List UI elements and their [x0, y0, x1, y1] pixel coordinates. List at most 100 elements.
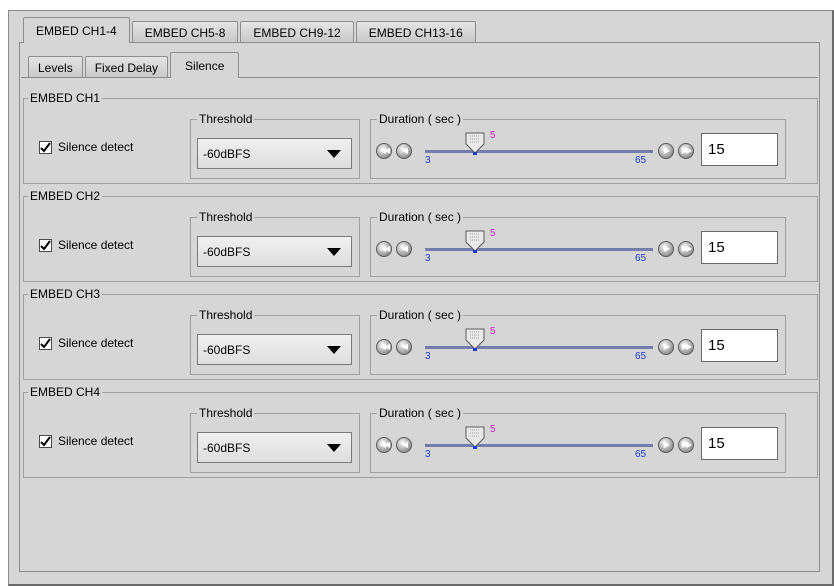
right-icon[interactable]: ▶ — [658, 437, 674, 453]
double-right-icon[interactable]: ▶▶ — [678, 143, 694, 159]
check-mark-icon — [40, 435, 51, 447]
threshold-value: -60dBFS — [203, 146, 251, 161]
check-mark-icon — [40, 337, 51, 349]
left-icon[interactable]: ◀ — [396, 339, 412, 355]
double-right-icon[interactable]: ▶▶ — [678, 339, 694, 355]
tab-embed-ch5-8[interactable]: EMBED CH5-8 — [131, 21, 239, 43]
slider-min-label: 3 — [425, 351, 431, 362]
slider-min-label: 3 — [425, 449, 431, 460]
duration-label: Duration ( sec ) — [377, 210, 464, 224]
double-left-icon[interactable]: ◀◀ — [376, 241, 392, 257]
silence-detect-label: Silence detect — [58, 336, 134, 350]
channel-title: EMBED CH2 — [28, 189, 103, 203]
checkbox-box[interactable] — [39, 140, 52, 154]
duration-label: Duration ( sec ) — [377, 112, 464, 126]
channel-group-4: EMBED CH4 Silence detect Threshold -60dB… — [23, 385, 818, 478]
threshold-value: -60dBFS — [203, 244, 251, 259]
slider-max-label: 65 — [635, 155, 647, 166]
slider-min-label: 3 — [425, 155, 431, 166]
slider-max-label: 65 — [635, 351, 647, 362]
chevron-down-icon — [327, 248, 341, 256]
channel-group-1: EMBED CH1 Silence detect Threshold -60dB… — [23, 91, 818, 184]
tab-levels[interactable]: Levels — [28, 56, 83, 78]
slider-thumb-icon[interactable] — [464, 327, 486, 351]
checkbox-box[interactable] — [39, 336, 52, 350]
right-icon[interactable]: ▶ — [658, 241, 674, 257]
threshold-dropdown[interactable]: -60dBFS — [197, 334, 352, 365]
threshold-label: Threshold — [197, 308, 255, 322]
tab-fixed-delay[interactable]: Fixed Delay — [84, 56, 169, 78]
left-icon[interactable]: ◀ — [396, 143, 412, 159]
duration-value-field[interactable]: 15 — [701, 231, 778, 264]
left-icon[interactable]: ◀ — [396, 437, 412, 453]
threshold-value: -60dBFS — [203, 342, 251, 357]
silence-detect-checkbox[interactable]: Silence detect — [39, 432, 133, 450]
main-panel: EMBED CH1-4 EMBED CH5-8 EMBED CH9-12 EMB… — [8, 10, 834, 586]
threshold-box: Threshold -60dBFS — [190, 112, 360, 179]
threshold-dropdown[interactable]: -60dBFS — [197, 236, 352, 267]
slider-max-label: 65 — [635, 449, 647, 460]
duration-label: Duration ( sec ) — [377, 308, 464, 322]
threshold-dropdown[interactable]: -60dBFS — [197, 138, 352, 169]
chevron-down-icon — [327, 444, 341, 452]
check-mark-icon — [40, 239, 51, 251]
slider-current-value: 5 — [490, 326, 496, 337]
slider-current-value: 5 — [490, 130, 496, 141]
threshold-box: Threshold -60dBFS — [190, 210, 360, 277]
threshold-label: Threshold — [197, 112, 255, 126]
slider-thumb-icon[interactable] — [464, 229, 486, 253]
double-left-icon[interactable]: ◀◀ — [376, 339, 392, 355]
tab-embed-ch1-4[interactable]: EMBED CH1-4 — [23, 17, 130, 43]
slider-track[interactable] — [425, 248, 653, 251]
inner-tab-bar: Levels Fixed Delay Silence — [28, 52, 241, 78]
double-right-icon[interactable]: ▶▶ — [678, 241, 694, 257]
channel-group-2: EMBED CH2 Silence detect Threshold -60dB… — [23, 189, 818, 282]
threshold-box: Threshold -60dBFS — [190, 308, 360, 375]
duration-box: Duration ( sec ) ◀◀ ◀ 5 3 65 ▶ ▶▶ 15 — [370, 308, 786, 375]
slider-min-label: 3 — [425, 253, 431, 264]
silence-tab-content: EMBED CH1 Silence detect Threshold -60dB… — [21, 77, 818, 481]
channel-title: EMBED CH1 — [28, 91, 103, 105]
left-icon[interactable]: ◀ — [396, 241, 412, 257]
duration-box: Duration ( sec ) ◀◀ ◀ 5 3 65 ▶ ▶▶ 15 — [370, 210, 786, 277]
duration-label: Duration ( sec ) — [377, 406, 464, 420]
checkbox-box[interactable] — [39, 434, 52, 448]
slider-current-value: 5 — [490, 228, 496, 239]
right-icon[interactable]: ▶ — [658, 339, 674, 355]
channel-group-3: EMBED CH3 Silence detect Threshold -60dB… — [23, 287, 818, 380]
silence-detect-label: Silence detect — [58, 140, 134, 154]
silence-detect-checkbox[interactable]: Silence detect — [39, 138, 133, 156]
duration-value-field[interactable]: 15 — [701, 427, 778, 460]
check-mark-icon — [40, 141, 51, 153]
duration-box: Duration ( sec ) ◀◀ ◀ 5 3 65 ▶ ▶▶ 15 — [370, 112, 786, 179]
duration-value-field[interactable]: 15 — [701, 133, 778, 166]
threshold-label: Threshold — [197, 210, 255, 224]
duration-value-field[interactable]: 15 — [701, 329, 778, 362]
slider-thumb-icon[interactable] — [464, 131, 486, 155]
checkbox-box[interactable] — [39, 238, 52, 252]
tab-embed-ch9-12[interactable]: EMBED CH9-12 — [240, 21, 354, 43]
right-icon[interactable]: ▶ — [658, 143, 674, 159]
threshold-value: -60dBFS — [203, 440, 251, 455]
tab-embed-ch13-16[interactable]: EMBED CH13-16 — [355, 21, 476, 43]
threshold-dropdown[interactable]: -60dBFS — [197, 432, 352, 463]
slider-track[interactable] — [425, 346, 653, 349]
silence-detect-checkbox[interactable]: Silence detect — [39, 334, 133, 352]
chevron-down-icon — [327, 346, 341, 354]
slider-thumb-icon[interactable] — [464, 425, 486, 449]
duration-box: Duration ( sec ) ◀◀ ◀ 5 3 65 ▶ ▶▶ 15 — [370, 406, 786, 473]
chevron-down-icon — [327, 150, 341, 158]
double-left-icon[interactable]: ◀◀ — [376, 437, 392, 453]
double-left-icon[interactable]: ◀◀ — [376, 143, 392, 159]
tab-silence[interactable]: Silence — [170, 52, 240, 78]
double-right-icon[interactable]: ▶▶ — [678, 437, 694, 453]
outer-tab-bar: EMBED CH1-4 EMBED CH5-8 EMBED CH9-12 EMB… — [23, 17, 478, 43]
threshold-label: Threshold — [197, 406, 255, 420]
slider-track[interactable] — [425, 150, 653, 153]
silence-detect-label: Silence detect — [58, 238, 134, 252]
slider-track[interactable] — [425, 444, 653, 447]
channel-title: EMBED CH3 — [28, 287, 103, 301]
threshold-box: Threshold -60dBFS — [190, 406, 360, 473]
slider-max-label: 65 — [635, 253, 647, 264]
silence-detect-checkbox[interactable]: Silence detect — [39, 236, 133, 254]
